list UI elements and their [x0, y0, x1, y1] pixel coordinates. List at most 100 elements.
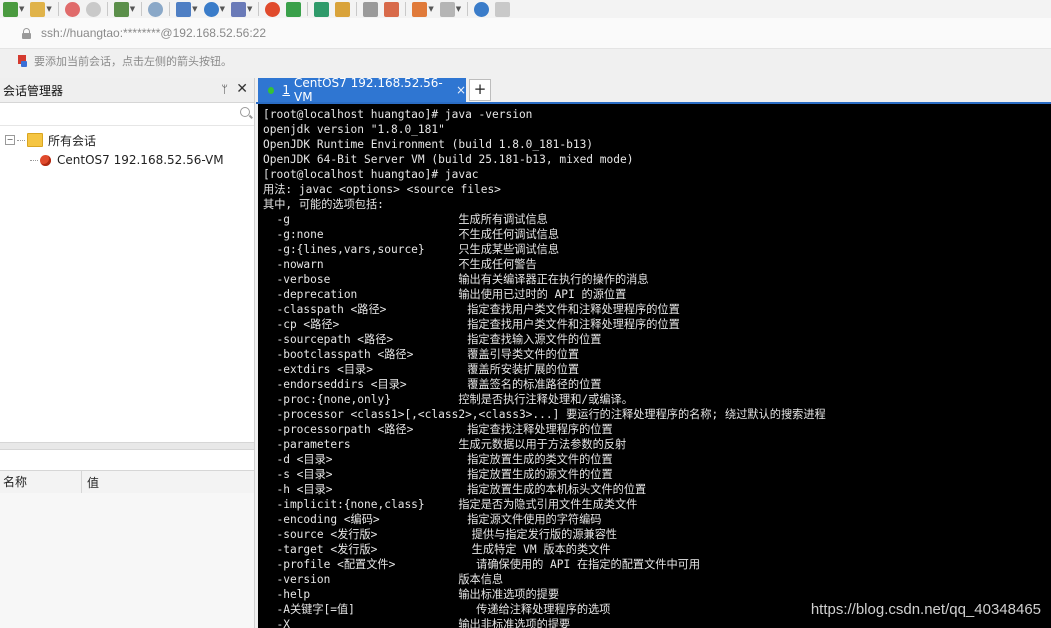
session-search-input[interactable] [0, 103, 254, 126]
terminal-line: -g:{lines,vars,source} 只生成某些调试信息 [263, 243, 560, 256]
toolbar-divider [57, 2, 59, 16]
properties-list [0, 493, 254, 628]
close-icon[interactable]: ✕ [236, 81, 248, 97]
tab-title: CentOS7 192.168.52.56-VM [294, 76, 443, 104]
watermark: https://blog.csdn.net/qq_40348465 [810, 601, 1041, 618]
chevron-down-icon: ▼ [455, 5, 462, 13]
highlight-icon [384, 1, 400, 17]
toolbar-divider [356, 2, 358, 16]
terminal-line: -sourcepath <路径> 指定查找输入源文件的位置 [263, 333, 602, 346]
terminal-line: -implicit:{none,class} 指定是否为隐式引用文件生成类文件 [263, 498, 638, 511]
tab-bar: 1 CentOS7 192.168.52.56-VM × + [256, 76, 1051, 104]
xftp-button[interactable] [283, 0, 304, 18]
terminal-output[interactable]: [root@localhost huangtao]# java -version… [258, 104, 1051, 628]
font-icon [230, 1, 246, 17]
open-button[interactable]: ▼ [27, 0, 54, 18]
terminal-line: -encoding <编码> 指定源文件使用的字符编码 [263, 513, 602, 526]
terminal-line: -help 输出标准选项的提要 [263, 588, 560, 601]
column-header-name[interactable]: 名称 [0, 471, 82, 493]
terminal-line: -extdirs <目录> 覆盖所安装扩展的位置 [263, 363, 580, 376]
tab-close-icon[interactable]: × [456, 83, 466, 97]
window-icon [439, 1, 455, 17]
pane-splitter[interactable] [0, 442, 254, 450]
tree-item-label: 所有会话 [48, 133, 97, 148]
new-session-icon [3, 1, 18, 17]
terminal-line: -bootclasspath <路径> 覆盖引导类文件的位置 [263, 348, 580, 361]
toolbar-divider [258, 2, 260, 16]
pin-icon[interactable]: ᛘ [221, 83, 228, 96]
toolbar-divider [467, 2, 469, 16]
terminal-line: -endorseddirs <目录> 覆盖签名的标准路径的位置 [263, 378, 602, 391]
chevron-down-icon: ▼ [246, 5, 253, 13]
xshell-button[interactable] [262, 0, 283, 18]
chevron-down-icon: ▼ [428, 5, 434, 13]
search-icon[interactable] [240, 107, 250, 117]
terminal-line: [root@localhost huangtao]# javac [263, 168, 479, 181]
font-button[interactable]: ▼ [228, 0, 255, 18]
lock-button[interactable] [332, 0, 353, 18]
address-bar[interactable]: ssh://huangtao:********@192.168.52.56:22 [0, 18, 1051, 49]
terminal-line: 用法: javac <options> <source files> [263, 183, 501, 196]
terminal-line: -classpath <路径> 指定查找用户类文件和注释处理程序的位置 [263, 303, 680, 316]
lock-icon [335, 1, 351, 17]
reconnect-button[interactable] [83, 0, 104, 18]
xshell-icon [265, 1, 281, 17]
tab-session[interactable]: 1 CentOS7 192.168.52.56-VM × [258, 76, 466, 104]
fullscreen-button[interactable] [311, 0, 332, 18]
help-button[interactable] [471, 0, 492, 18]
properties-button[interactable]: ▼ [111, 0, 138, 18]
window-button[interactable]: ▼ [437, 0, 464, 18]
chevron-down-icon: ▼ [219, 5, 225, 13]
open-folder-icon [30, 1, 46, 17]
terminal-line: OpenJDK 64-Bit Server VM (build 25.181-b… [263, 153, 634, 166]
toolbar-divider [106, 2, 108, 16]
xftp-icon [286, 1, 302, 17]
chevron-down-icon: ▼ [19, 5, 25, 13]
toolbar-divider [307, 2, 309, 16]
folder-icon [27, 133, 43, 147]
find-button[interactable] [145, 0, 166, 18]
chat-button[interactable] [492, 0, 513, 18]
collapse-icon[interactable]: − [5, 135, 15, 145]
session-icon [40, 154, 51, 166]
terminal-line: -version 版本信息 [263, 573, 504, 586]
column-header-value[interactable]: 值 [82, 474, 99, 491]
terminal-line: -g:none 不生成任何调试信息 [263, 228, 560, 241]
hint-text: 要添加当前会话，点击左侧的箭头按钮。 [34, 55, 232, 68]
terminal-line: -nowarn 不生成任何警告 [263, 258, 537, 271]
tree-item-all-sessions[interactable]: − 所有会话 [0, 130, 254, 150]
terminal-line: -cp <路径> 指定查找用户类文件和注释处理程序的位置 [263, 318, 680, 331]
layout-button[interactable]: ▼ [173, 0, 200, 18]
lock-icon [22, 28, 31, 39]
fullscreen-icon [314, 1, 330, 17]
terminal-view[interactable]: [root@localhost huangtao]# java -version… [258, 104, 1051, 628]
help-icon [474, 1, 490, 17]
new-tab-button[interactable]: + [469, 79, 491, 101]
disconnect-button[interactable] [62, 0, 83, 18]
add-button[interactable]: ▼ [409, 0, 436, 18]
toolbar-divider [405, 2, 407, 16]
address-text[interactable]: ssh://huangtao:********@192.168.52.56:22 [41, 26, 266, 40]
tree-item-session[interactable]: CentOS7 192.168.52.56-VM [0, 150, 254, 170]
terminal-line: openjdk version "1.8.0_181" [263, 123, 445, 136]
disconnect-icon [64, 1, 80, 17]
new-session-button[interactable]: ▼ [0, 0, 27, 18]
toolbar-divider [169, 2, 171, 16]
session-manager-header: 会话管理器 ᛘ ✕ [0, 78, 254, 103]
terminal-line: -target <发行版> 生成特定 VM 版本的类文件 [263, 543, 611, 556]
chevron-down-icon: ▼ [192, 5, 198, 13]
terminal-line: -proc:{none,only} 控制是否执行注释处理和/或编译。 [263, 393, 633, 406]
highlight-button[interactable] [381, 0, 402, 18]
add-session-arrow-icon[interactable] [18, 55, 28, 67]
terminal-line: OpenJDK Runtime Environment (build 1.8.0… [263, 138, 594, 151]
globe-button[interactable]: ▼ [201, 0, 228, 18]
terminal-line: -deprecation 输出使用已过时的 API 的源位置 [263, 288, 627, 301]
keyboard-button[interactable] [360, 0, 381, 18]
session-tree: − 所有会话 CentOS7 192.168.52.56-VM [0, 126, 254, 170]
find-icon [148, 1, 164, 17]
tree-connector [30, 159, 38, 161]
add-icon [412, 1, 428, 17]
terminal-line: [root@localhost huangtao]# java -version [263, 108, 533, 121]
toolbar-divider [141, 2, 143, 16]
chevron-down-icon: ▼ [129, 5, 136, 13]
